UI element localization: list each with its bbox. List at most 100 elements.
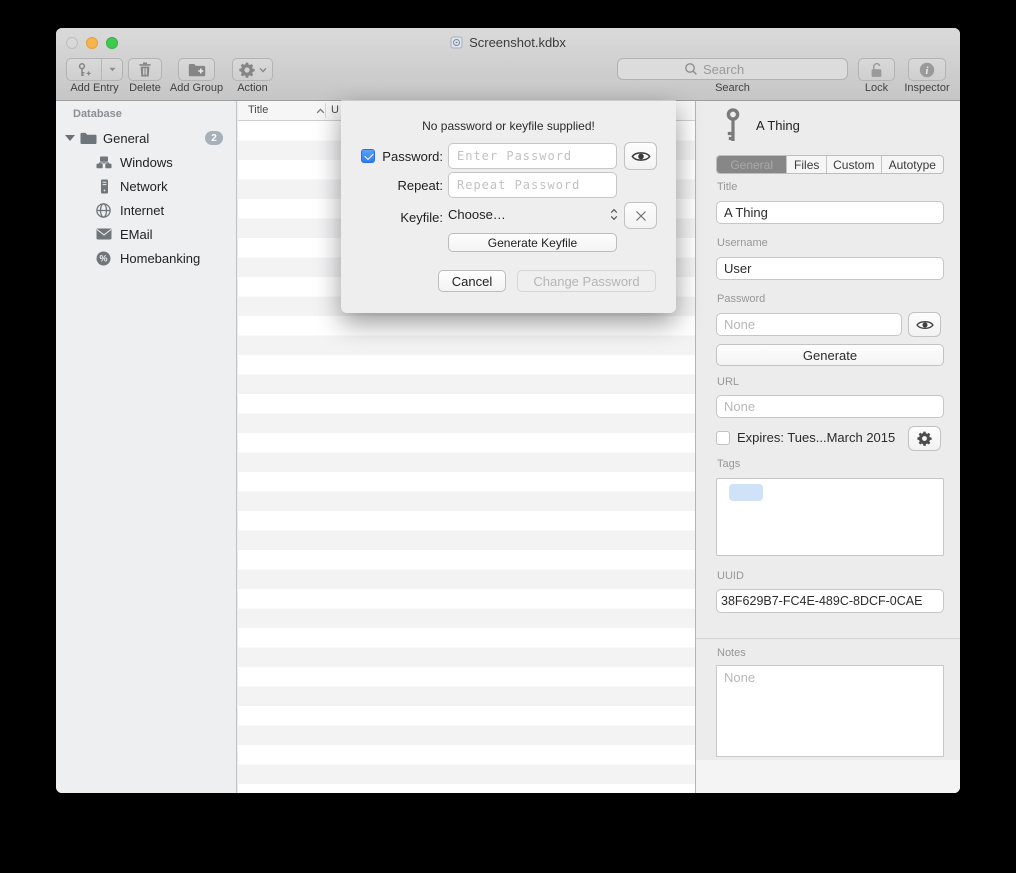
cancel-button[interactable]: Cancel: [438, 270, 506, 292]
change-password-button[interactable]: Change Password: [517, 270, 656, 292]
tab-autotype[interactable]: Autotype: [881, 156, 943, 173]
tags-label: Tags: [717, 458, 740, 470]
sidebar-item-internet[interactable]: Internet: [56, 198, 236, 222]
uuid-label: UUID: [717, 570, 744, 582]
repeat-label: Repeat:: [363, 178, 443, 193]
disclosure-triangle-icon[interactable]: [65, 135, 75, 141]
sidebar-item-label: Network: [120, 179, 168, 194]
expires-label: Expires: Tues...March 2015: [737, 430, 895, 445]
dialog-message: No password or keyfile supplied!: [341, 119, 676, 133]
expires-checkbox[interactable]: [716, 431, 730, 445]
svg-text:i: i: [926, 66, 929, 77]
keyfile-popup-value: Choose…: [448, 207, 506, 222]
app-window: Screenshot.kdbx Add Entry Delete: [56, 28, 960, 793]
dropdown-arrow-icon: [109, 67, 116, 72]
action-button[interactable]: [232, 58, 273, 81]
entry-title: A Thing: [756, 118, 800, 133]
action-label: Action: [237, 82, 268, 94]
eye-icon: [631, 150, 651, 163]
tab-general[interactable]: General: [717, 156, 786, 173]
sidebar-item-homebanking[interactable]: % Homebanking: [56, 246, 236, 270]
notes-label: Notes: [717, 647, 746, 659]
sidebar-item-general[interactable]: General 2: [56, 126, 236, 150]
percent-icon: %: [96, 251, 111, 266]
tab-custom[interactable]: Custom: [826, 156, 881, 173]
expires-settings-button[interactable]: [908, 426, 941, 451]
search-field[interactable]: [617, 58, 848, 80]
key-plus-icon: [76, 62, 92, 78]
workgroup-icon: [96, 156, 112, 169]
title-field[interactable]: [716, 201, 944, 224]
add-group-button[interactable]: [178, 58, 215, 81]
group-count-badge: 2: [205, 131, 223, 145]
tag-pill[interactable]: [729, 484, 763, 501]
window-title-area[interactable]: Screenshot.kdbx: [56, 28, 960, 56]
group-sidebar: Database General 2 Windows Network: [56, 101, 237, 793]
notes-field[interactable]: [716, 665, 944, 757]
eye-icon: [916, 319, 934, 331]
url-field-label: URL: [717, 376, 739, 388]
url-field[interactable]: [716, 395, 944, 418]
action-group: Action: [232, 58, 273, 81]
sort-ascending-icon: [316, 108, 325, 114]
info-icon: i: [919, 62, 935, 78]
toolbar: Screenshot.kdbx Add Entry Delete: [56, 28, 960, 101]
close-x-icon: [635, 210, 647, 222]
svg-text:%: %: [99, 253, 107, 263]
stepper-icon: [610, 208, 618, 221]
folder-plus-icon: [188, 63, 206, 77]
search-input[interactable]: [703, 62, 823, 77]
generate-password-button[interactable]: Generate: [716, 344, 944, 366]
window-title: Screenshot.kdbx: [469, 35, 566, 50]
generate-keyfile-button[interactable]: Generate Keyfile: [448, 233, 617, 252]
add-entry-label: Add Entry: [70, 82, 118, 94]
sidebar-item-label: Homebanking: [120, 251, 200, 266]
delete-label: Delete: [129, 82, 161, 94]
username-field[interactable]: [716, 257, 944, 280]
lock-group: Lock: [858, 58, 895, 81]
lock-button[interactable]: [858, 58, 895, 81]
enter-password-input[interactable]: [448, 143, 617, 169]
add-entry-dropdown[interactable]: [102, 59, 122, 80]
password-field[interactable]: [716, 313, 902, 336]
clear-keyfile-button[interactable]: [624, 202, 657, 229]
sidebar-section-header: Database: [73, 108, 122, 120]
uuid-field[interactable]: [716, 589, 944, 613]
document-proxy-icon: [450, 36, 463, 49]
lock-label: Lock: [865, 82, 888, 94]
keyfile-popup[interactable]: Choose…: [448, 203, 626, 225]
search-icon: [684, 62, 698, 76]
gear-icon: [239, 62, 255, 78]
sidebar-item-network[interactable]: Network: [56, 174, 236, 198]
chevron-down-icon: [259, 67, 267, 73]
sidebar-item-label: EMail: [120, 227, 153, 242]
inspector-button[interactable]: i: [908, 58, 946, 81]
trash-icon: [138, 62, 152, 77]
delete-group: Delete: [128, 58, 162, 81]
repeat-password-input[interactable]: [448, 172, 617, 198]
inspector-tabs: General Files Custom Autotype: [716, 155, 944, 174]
show-password-button[interactable]: [624, 142, 657, 170]
column-header-title[interactable]: Title: [248, 104, 268, 116]
title-field-label: Title: [717, 181, 737, 193]
add-entry-group: Add Entry: [66, 58, 123, 81]
add-entry-main[interactable]: [67, 59, 102, 80]
sidebar-item-label: General: [103, 131, 149, 146]
delete-button[interactable]: [128, 58, 162, 81]
tab-files[interactable]: Files: [786, 156, 826, 173]
server-icon: [97, 179, 112, 194]
globe-icon: [96, 203, 111, 218]
add-entry-button[interactable]: [66, 58, 123, 81]
sidebar-item-email[interactable]: EMail: [56, 222, 236, 246]
divider: [696, 638, 960, 639]
password-dialog: No password or keyfile supplied! Passwor…: [341, 100, 676, 313]
keyfile-label: Keyfile:: [363, 210, 443, 225]
reveal-password-button[interactable]: [908, 312, 941, 337]
sidebar-item-label: Internet: [120, 203, 164, 218]
username-field-label: Username: [717, 237, 768, 249]
sidebar-item-windows[interactable]: Windows: [56, 150, 236, 174]
tags-box[interactable]: [716, 478, 944, 556]
column-header-username[interactable]: U: [331, 104, 339, 116]
column-divider[interactable]: [325, 103, 326, 118]
password-field-label: Password: [717, 293, 765, 305]
